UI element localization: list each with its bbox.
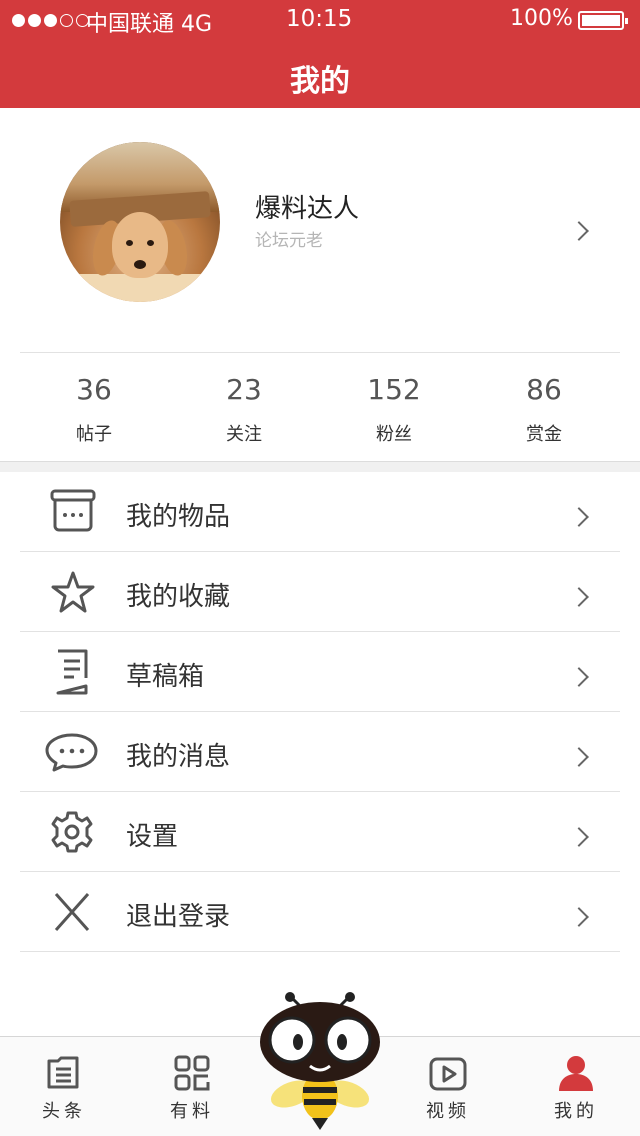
stat-label: 赏金	[526, 424, 562, 445]
tab-video[interactable]: 视频	[384, 1037, 512, 1136]
avatar[interactable]	[60, 142, 220, 302]
menu-item-favorites[interactable]: 我的收藏	[0, 552, 640, 632]
signal-icon	[12, 12, 89, 28]
chevron-right-icon	[569, 747, 589, 767]
video-icon	[429, 1057, 467, 1091]
header: 中国联通 4G 10:15 100% 我的	[0, 0, 640, 108]
chevron-right-icon	[569, 907, 589, 927]
stat-posts[interactable]: 36 帖子	[19, 353, 169, 461]
stat-value: 152	[367, 373, 421, 406]
chevron-right-icon	[569, 667, 589, 687]
bee-mascot-icon[interactable]	[254, 992, 386, 1132]
chevron-right-icon	[569, 221, 589, 241]
gear-icon	[51, 811, 93, 853]
page-title: 我的	[290, 64, 350, 99]
box-icon	[50, 489, 96, 532]
tab-discover[interactable]: 有料	[128, 1037, 256, 1136]
menu-item-logout[interactable]: 退出登录	[0, 872, 640, 952]
news-icon	[47, 1056, 79, 1089]
stat-value: 86	[526, 373, 562, 406]
battery-percent: 100%	[510, 6, 573, 31]
menu-item-messages[interactable]: 我的消息	[0, 712, 640, 792]
chevron-right-icon	[569, 827, 589, 847]
stat-bounty[interactable]: 86 赏金	[469, 353, 619, 461]
draft-icon	[56, 649, 88, 695]
tab-me[interactable]: 我的	[512, 1037, 640, 1136]
battery-icon	[578, 11, 628, 30]
menu-label: 退出登录	[126, 902, 231, 932]
menu-item-drafts[interactable]: 草稿箱	[0, 632, 640, 712]
stat-label: 粉丝	[376, 424, 412, 445]
stat-label: 帖子	[76, 424, 112, 445]
menu-label: 设置	[126, 822, 179, 852]
chevron-right-icon	[569, 507, 589, 527]
section-gap	[0, 461, 640, 472]
tab-label: 视频	[426, 1101, 470, 1122]
user-icon	[559, 1056, 593, 1091]
menu-label: 我的物品	[126, 502, 231, 532]
menu-label: 我的消息	[126, 742, 231, 772]
stat-label: 关注	[226, 424, 262, 445]
grid-icon	[174, 1055, 210, 1091]
stat-value: 23	[226, 373, 262, 406]
clock: 10:15	[286, 6, 353, 32]
close-icon	[54, 893, 90, 931]
menu-label: 草稿箱	[126, 662, 205, 692]
profile-rank: 论坛元老	[255, 231, 323, 251]
menu-item-settings[interactable]: 设置	[0, 792, 640, 872]
carrier-label: 中国联通 4G	[86, 12, 213, 37]
tab-label: 有料	[170, 1101, 214, 1122]
profile-card[interactable]: 爆料达人 论坛元老	[0, 108, 640, 352]
menu-label: 我的收藏	[126, 582, 231, 612]
stat-following[interactable]: 23 关注	[169, 353, 319, 461]
tab-label: 我的	[554, 1101, 598, 1122]
chevron-right-icon	[569, 587, 589, 607]
stats-row: 36 帖子 23 关注 152 粉丝 86 赏金	[0, 353, 640, 461]
tab-headlines[interactable]: 头条	[0, 1037, 128, 1136]
stat-value: 36	[76, 373, 112, 406]
profile-name: 爆料达人	[255, 194, 360, 224]
chat-icon	[45, 733, 98, 772]
menu-item-items[interactable]: 我的物品	[0, 472, 640, 552]
tab-label: 头条	[42, 1101, 86, 1122]
stat-followers[interactable]: 152 粉丝	[319, 353, 469, 461]
status-bar: 中国联通 4G 10:15 100%	[0, 0, 640, 40]
star-icon	[51, 571, 95, 613]
